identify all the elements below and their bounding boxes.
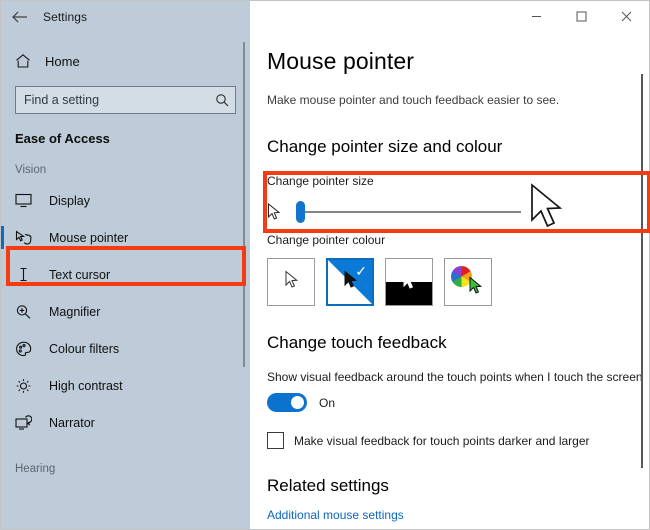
settings-window: Settings Home Find a setting Ease of Acc…: [0, 0, 650, 530]
white-pointer-icon: [284, 269, 299, 295]
sun-contrast-icon: [15, 378, 41, 394]
inverted-pointer-swatch[interactable]: [385, 258, 433, 306]
sidebar-item-text-cursor[interactable]: Text cursor: [1, 256, 250, 293]
mouse-pointer-icon: [15, 229, 41, 246]
darker-larger-checkbox-label: Make visual feedback for touch points da…: [294, 433, 590, 448]
sidebar-item-high-contrast[interactable]: High contrast: [1, 367, 250, 404]
sidebar-item-high-contrast-label: High contrast: [49, 378, 123, 393]
page-subtitle: Make mouse pointer and touch feedback ea…: [267, 93, 560, 107]
sidebar-item-home-label: Home: [45, 53, 80, 69]
display-monitor-icon: [15, 193, 41, 208]
title-bar: Settings: [1, 1, 649, 32]
magnifier-icon: [15, 304, 41, 320]
narrator-icon: [15, 414, 41, 431]
large-pointer-preview-icon: [529, 183, 565, 238]
pointer-size-label: Change pointer size: [267, 174, 374, 188]
sidebar: Home Ease of Access Vision: [1, 32, 250, 529]
inverted-pointer-icon: [402, 270, 417, 296]
window-body: Home Ease of Access Vision: [1, 32, 649, 529]
maximize-button[interactable]: [559, 1, 604, 32]
sidebar-item-display[interactable]: Display: [1, 182, 250, 219]
pointer-size-slider-row: [267, 183, 649, 231]
darker-larger-checkbox[interactable]: [267, 432, 284, 449]
darker-larger-checkbox-row[interactable]: Make visual feedback for touch points da…: [267, 432, 649, 449]
sidebar-item-narrator[interactable]: Narrator: [1, 404, 250, 441]
window-controls: [250, 1, 649, 32]
white-pointer-swatch[interactable]: [267, 258, 315, 306]
colour-palette-icon: [15, 341, 41, 357]
sidebar-group-hearing: Hearing: [15, 463, 56, 475]
sidebar-scrollbar[interactable]: [243, 42, 245, 367]
slider-thumb[interactable]: [296, 201, 305, 223]
sidebar-item-magnifier[interactable]: Magnifier: [1, 293, 250, 330]
small-pointer-preview-icon: [267, 202, 293, 222]
toggle-knob: [291, 396, 304, 409]
search-box[interactable]: [15, 86, 236, 114]
touch-feedback-toggle-state: On: [319, 395, 336, 410]
custom-colour-pointer-swatch[interactable]: [444, 258, 492, 306]
sidebar-category-title: Ease of Access: [15, 131, 110, 146]
section-heading-touch: Change touch feedback: [267, 333, 447, 352]
sidebar-item-display-label: Display: [49, 193, 90, 208]
page-title: Mouse pointer: [267, 48, 415, 74]
minimize-button[interactable]: [514, 1, 559, 32]
section-heading-related: Related settings: [267, 476, 389, 495]
slider-track: [304, 211, 521, 213]
sidebar-item-mouse-pointer-label: Mouse pointer: [49, 230, 129, 245]
pointer-size-block: Change pointer size: [267, 174, 649, 231]
custom-pointer-icon: [468, 275, 483, 301]
main-scrollbar[interactable]: [641, 74, 643, 468]
pointer-size-slider[interactable]: [295, 200, 521, 224]
touch-feedback-toggle[interactable]: [267, 393, 307, 412]
pointer-colour-swatches: ✓: [267, 258, 649, 306]
sidebar-nav-list: Display Mouse pointer Text cursor Magnif…: [1, 182, 250, 441]
sidebar-item-home[interactable]: Home: [1, 44, 250, 78]
black-pointer-swatch[interactable]: ✓: [326, 258, 374, 306]
back-arrow-icon[interactable]: [1, 1, 37, 32]
section-heading-pointer: Change pointer size and colour: [267, 137, 503, 156]
home-icon: [15, 53, 41, 69]
title-bar-left: Settings: [1, 1, 250, 32]
sidebar-item-colour-filters[interactable]: Colour filters: [1, 330, 250, 367]
search-icon[interactable]: [209, 93, 235, 107]
search-input[interactable]: [16, 92, 209, 108]
sidebar-item-mouse-pointer[interactable]: Mouse pointer: [1, 219, 250, 256]
sidebar-item-colour-filters-label: Colour filters: [49, 341, 120, 356]
close-button[interactable]: [604, 1, 649, 32]
window-title: Settings: [43, 9, 88, 24]
pointer-colour-label: Change pointer colour: [267, 233, 386, 247]
sidebar-item-text-cursor-label: Text cursor: [49, 267, 111, 282]
sidebar-item-magnifier-label: Magnifier: [49, 304, 101, 319]
touch-toggle-description: Show visual feedback around the touch po…: [267, 370, 643, 384]
sidebar-item-narrator-label: Narrator: [49, 415, 95, 430]
sidebar-group-vision: Vision: [15, 164, 47, 176]
touch-feedback-toggle-row: On: [267, 393, 649, 412]
additional-mouse-settings-link[interactable]: Additional mouse settings: [267, 508, 404, 522]
black-pointer-icon: [343, 269, 358, 295]
main-content: Mouse pointer Make mouse pointer and tou…: [250, 32, 649, 529]
text-cursor-icon: [15, 267, 41, 282]
